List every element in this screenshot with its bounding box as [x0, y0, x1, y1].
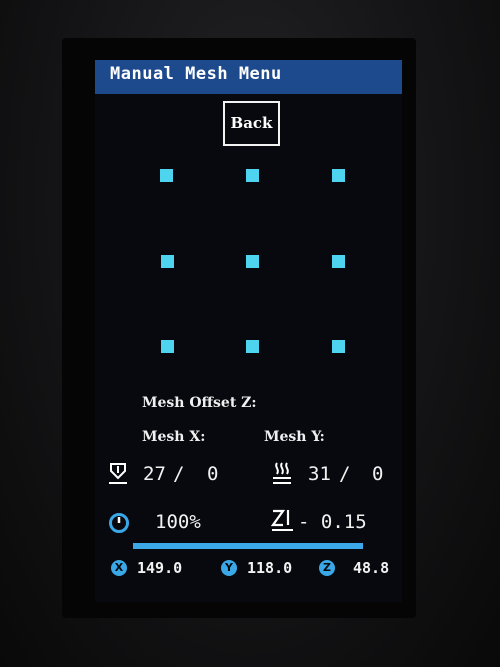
mesh-offset-z-label: Mesh Offset Z:	[142, 395, 257, 411]
progress-bar-fill	[133, 543, 363, 549]
bed-current-temp: 31	[308, 463, 331, 485]
page-title: Manual Mesh Menu	[110, 64, 282, 84]
hotend-temp-separator: /	[173, 463, 185, 485]
mesh-point-r1-c1[interactable]	[160, 169, 173, 182]
x-position: 149.0	[137, 559, 183, 577]
mesh-point-r3-c1[interactable]	[161, 340, 174, 353]
mesh-point-r2-c1[interactable]	[161, 255, 174, 268]
heat-bed-icon	[272, 461, 292, 490]
mesh-point-r2-c2[interactable]	[246, 255, 259, 268]
mesh-point-r2-c3[interactable]	[332, 255, 345, 268]
hotend-target-temp[interactable]: 0	[207, 463, 218, 485]
printer-device: Manual Mesh Menu Back Mesh Offset Z: Mes…	[0, 0, 500, 667]
print-speed[interactable]: 100%	[155, 511, 201, 533]
mesh-x-label: Mesh X:	[142, 429, 206, 445]
mesh-point-r3-c2[interactable]	[246, 340, 259, 353]
x-axis-icon: X	[111, 560, 127, 576]
z-offset-icon	[270, 508, 297, 538]
y-position: 118.0	[247, 559, 293, 577]
mesh-point-r1-c3[interactable]	[332, 169, 345, 182]
z-position: 48.8	[353, 559, 390, 577]
mesh-point-r3-c3[interactable]	[332, 340, 345, 353]
mesh-point-r1-c2[interactable]	[246, 169, 259, 182]
progress-bar	[133, 543, 363, 549]
mesh-y-label: Mesh Y:	[264, 429, 325, 445]
z-offset-value[interactable]: - 0.15	[298, 511, 367, 533]
y-axis-icon: Y	[221, 560, 237, 576]
hotend-current-temp: 27	[143, 463, 166, 485]
title-bar: Manual Mesh Menu	[95, 60, 402, 94]
back-button[interactable]: Back	[223, 101, 280, 146]
bed-target-temp[interactable]: 0	[372, 463, 383, 485]
bed-temp-separator: /	[339, 463, 351, 485]
speed-gauge-icon	[108, 512, 130, 538]
z-axis-icon: Z	[319, 560, 335, 576]
nozzle-icon	[108, 462, 128, 490]
lcd-screen: Manual Mesh Menu Back Mesh Offset Z: Mes…	[95, 60, 402, 602]
